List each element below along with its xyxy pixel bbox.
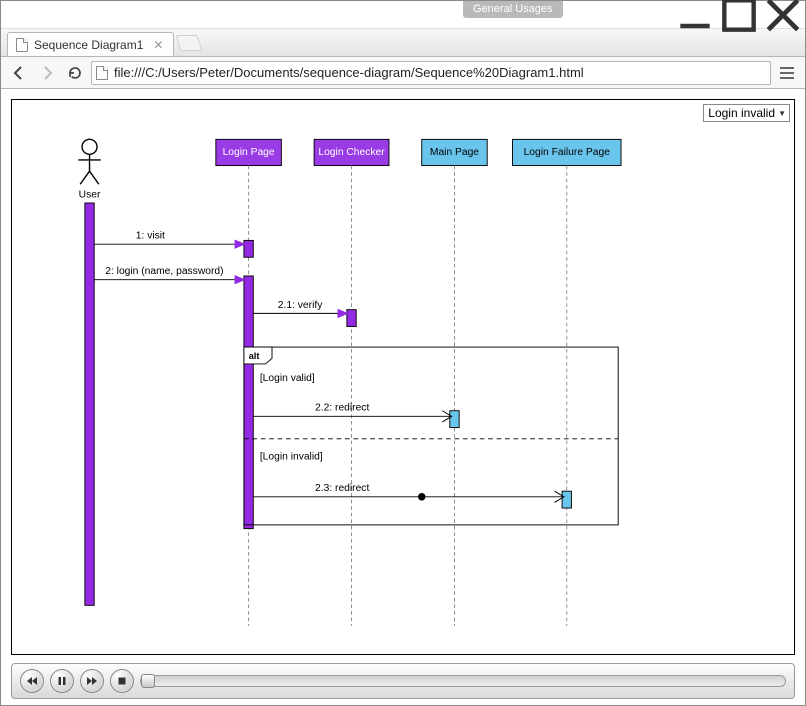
scenario-selected: Login invalid — [708, 106, 775, 120]
svg-text:Main Page: Main Page — [430, 147, 479, 158]
svg-text:2.1: verify: 2.1: verify — [278, 300, 323, 311]
activation-login-page-1 — [244, 240, 253, 257]
window-titlebar: General Usages — [1, 1, 805, 29]
tab-sequence-diagram[interactable]: Sequence Diagram1 ✕ — [7, 32, 174, 56]
maximize-button[interactable] — [717, 1, 761, 28]
svg-text:1: visit: 1: visit — [136, 231, 165, 242]
pause-button[interactable] — [50, 669, 74, 693]
diagram-frame: Login invalid User Login Page — [11, 99, 795, 655]
browser-window: General Usages Sequence Diagram1 ✕ — [0, 0, 806, 706]
activation-login-failure — [562, 491, 571, 508]
activation-login-checker — [347, 310, 356, 327]
progress-thumb[interactable] — [141, 674, 155, 688]
player-bar — [11, 663, 795, 699]
back-button[interactable] — [7, 61, 31, 85]
page-icon — [96, 66, 108, 80]
reload-button[interactable] — [63, 61, 87, 85]
forward-button[interactable] — [35, 61, 59, 85]
stop-button[interactable] — [110, 669, 134, 693]
activation-login-page-2 — [244, 276, 253, 529]
svg-text:[Login invalid]: [Login invalid] — [260, 451, 323, 462]
msg-visit: 1: visit — [94, 231, 246, 249]
svg-text:2: login (name, password): 2: login (name, password) — [105, 266, 223, 277]
address-bar[interactable]: file:///C:/Users/Peter/Documents/sequenc… — [91, 61, 771, 85]
rewind-button[interactable] — [20, 669, 44, 693]
activation-main-page — [450, 411, 459, 428]
taskbar-thumbnail-label: General Usages — [463, 1, 563, 18]
hamburger-menu-button[interactable] — [775, 61, 799, 85]
lifeline-login-page: Login Page — [216, 139, 282, 165]
close-tab-icon[interactable]: ✕ — [153, 39, 163, 51]
msg-redirect-failure: 2.3: redirect — [253, 483, 564, 502]
msg-verify: 2.1: verify — [253, 300, 348, 318]
fast-forward-button[interactable] — [80, 669, 104, 693]
scenario-dropdown[interactable]: Login invalid — [703, 104, 790, 122]
progress-track[interactable] — [140, 675, 786, 687]
activation-user — [85, 203, 94, 605]
sequence-diagram: User Login Page Login Checker Main Page — [12, 130, 794, 654]
minimize-button[interactable] — [673, 1, 717, 28]
actor-label: User — [79, 189, 101, 200]
url-text: file:///C:/Users/Peter/Documents/sequenc… — [114, 65, 584, 80]
browser-toolbar: file:///C:/Users/Peter/Documents/sequenc… — [1, 57, 805, 89]
actor-user: User — [78, 139, 101, 200]
svg-text:Login Checker: Login Checker — [318, 147, 385, 158]
lifeline-login-failure-page: Login Failure Page — [512, 139, 621, 165]
lifeline-login-checker: Login Checker — [314, 139, 389, 165]
tab-title: Sequence Diagram1 — [34, 38, 143, 52]
svg-text:Login Page: Login Page — [223, 147, 275, 158]
close-button[interactable] — [761, 1, 805, 28]
lifeline-main-page: Main Page — [422, 139, 488, 165]
svg-text:alt: alt — [249, 351, 260, 361]
svg-text:2.2: redirect: 2.2: redirect — [315, 403, 369, 414]
page-icon — [16, 38, 28, 52]
window-controls — [673, 1, 805, 28]
svg-text:2.3: redirect: 2.3: redirect — [315, 483, 369, 494]
page-viewport: Login invalid User Login Page — [1, 89, 805, 705]
msg-login: 2: login (name, password) — [94, 266, 246, 284]
svg-text:Login Failure Page: Login Failure Page — [524, 147, 611, 158]
msg-redirect-main: 2.2: redirect — [253, 403, 451, 422]
svg-text:[Login valid]: [Login valid] — [260, 373, 315, 384]
new-tab-button[interactable] — [176, 35, 203, 51]
